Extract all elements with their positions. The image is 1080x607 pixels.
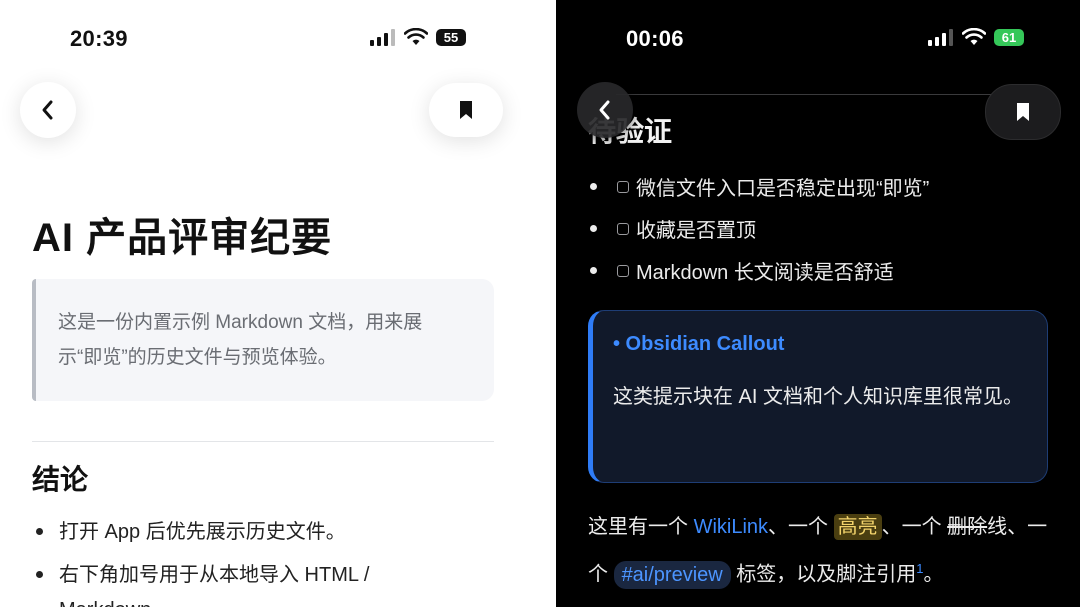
highlight-text: 高亮	[833, 514, 882, 540]
bullet-dot	[590, 183, 597, 190]
chevron-left-icon	[42, 100, 53, 120]
task-checkbox[interactable]	[617, 264, 629, 277]
bullet-dot	[590, 225, 597, 232]
strikethrough-text: 删除	[947, 516, 988, 538]
status-time: 00:06	[626, 26, 684, 51]
bullet-dot	[36, 570, 43, 578]
blockquote: 这是一份内置示例 Markdown 文档，用来展 示“即览”的历史文件与预览体验…	[32, 279, 494, 401]
task-text: Markdown 长文阅读是否舒适	[636, 262, 894, 284]
bullet-dot	[590, 267, 597, 274]
chevron-left-icon	[599, 100, 610, 120]
text-run: 、一个	[768, 516, 834, 538]
list-item: 右下角加号用于从本地导入 HTML /	[32, 561, 369, 589]
back-button[interactable]	[20, 82, 76, 138]
task-list-item: Markdown 长文阅读是否舒适	[590, 256, 894, 285]
bookmark-icon	[1017, 103, 1029, 121]
cellular-signal-icon	[370, 29, 395, 46]
back-button[interactable]	[577, 82, 633, 138]
bullet-dot	[36, 527, 43, 535]
status-icons: 55	[370, 28, 466, 46]
horizontal-rule	[32, 441, 494, 442]
status-bar: 20:39 55	[0, 0, 556, 78]
section-heading: 结论	[32, 464, 89, 495]
wikilink[interactable]: WikiLink	[694, 516, 768, 538]
task-text: 微信文件入口是否稳定出现“即览”	[636, 178, 930, 200]
footnote-reference[interactable]: 1	[916, 561, 923, 576]
task-text: 收藏是否置顶	[636, 220, 756, 242]
dark-mode-screen: 00:06 61 待验证 微信文件入口是否稳定出现“即览” 收藏是否置顶 Mar…	[556, 0, 1080, 607]
light-mode-screen: 20:39 55 AI 产品评审纪要 这是一份内置示例 Markdown 文档，…	[0, 0, 556, 607]
bookmark-button[interactable]	[429, 83, 503, 137]
callout-block: • Obsidian Callout 这类提示块在 AI 文档和个人知识库里很常…	[588, 310, 1048, 483]
battery-level: 61	[1001, 29, 1017, 45]
task-list-item: 收藏是否置顶	[590, 214, 756, 243]
status-time: 20:39	[70, 26, 128, 51]
text-run: 标签，以及脚注引用	[730, 563, 917, 586]
tag-pill[interactable]: #ai/preview	[613, 560, 731, 589]
document-title: AI 产品评审纪要	[32, 216, 333, 260]
task-list-item: 微信文件入口是否稳定出现“即览”	[590, 172, 929, 201]
status-icons: 61	[928, 28, 1024, 46]
battery-indicator-charging: 61	[994, 28, 1024, 46]
task-checkbox[interactable]	[617, 222, 629, 235]
paragraph: 这里有一个 WikiLink、一个 高亮 、一个 删除线、一个 #ai/previ…	[588, 506, 1058, 596]
status-bar: 00:06 61	[556, 0, 1080, 78]
list-item-continuation: Markdown	[59, 596, 151, 607]
text-run: 这里有一个	[588, 516, 694, 538]
list-item-text: 打开 App 后优先展示历史文件。	[59, 521, 346, 543]
battery-indicator: 55	[436, 28, 466, 46]
bookmark-button[interactable]	[985, 84, 1061, 140]
task-checkbox[interactable]	[617, 180, 629, 193]
callout-body: 这类提示块在 AI 文档和个人知识库里很常见。	[613, 386, 1024, 408]
callout-title: • Obsidian Callout	[613, 333, 785, 355]
horizontal-rule	[616, 94, 996, 95]
battery-level: 55	[443, 29, 459, 45]
list-item: 打开 App 后优先展示历史文件。	[32, 518, 346, 546]
bookmark-icon	[460, 101, 472, 119]
list-item-text: 右下角加号用于从本地导入 HTML /	[59, 564, 370, 586]
blockquote-line-2: 示“即览”的历史文件与预览体验。	[58, 347, 337, 368]
cellular-signal-icon	[928, 29, 953, 46]
text-run: 、一个	[881, 516, 948, 538]
text-run: 。	[923, 563, 944, 586]
blockquote-line-1: 这是一份内置示例 Markdown 文档，用来展	[58, 312, 423, 333]
wifi-icon	[962, 28, 986, 45]
wifi-icon	[404, 28, 428, 45]
